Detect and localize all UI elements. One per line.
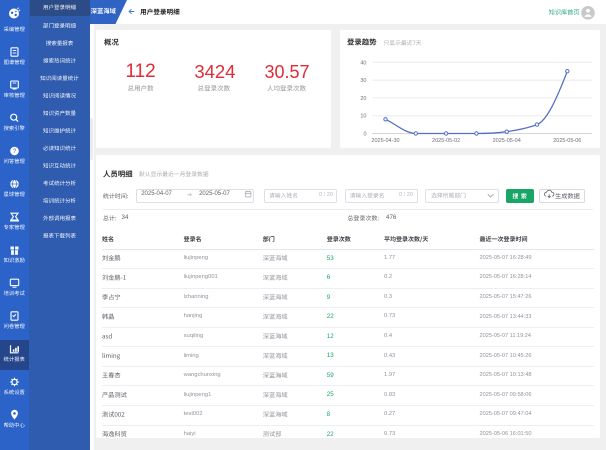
svg-text:0: 0 <box>363 132 366 138</box>
svg-text:2025-05-04: 2025-05-04 <box>493 138 521 144</box>
svg-text:2025-05-06: 2025-05-06 <box>553 138 581 144</box>
svg-text:10: 10 <box>360 114 366 120</box>
svg-text:40: 40 <box>360 60 366 66</box>
svg-text:30: 30 <box>360 78 366 84</box>
svg-text:20: 20 <box>360 96 366 102</box>
svg-text:2025-04-30: 2025-04-30 <box>371 138 399 144</box>
svg-text:2025-05-02: 2025-05-02 <box>432 138 460 144</box>
